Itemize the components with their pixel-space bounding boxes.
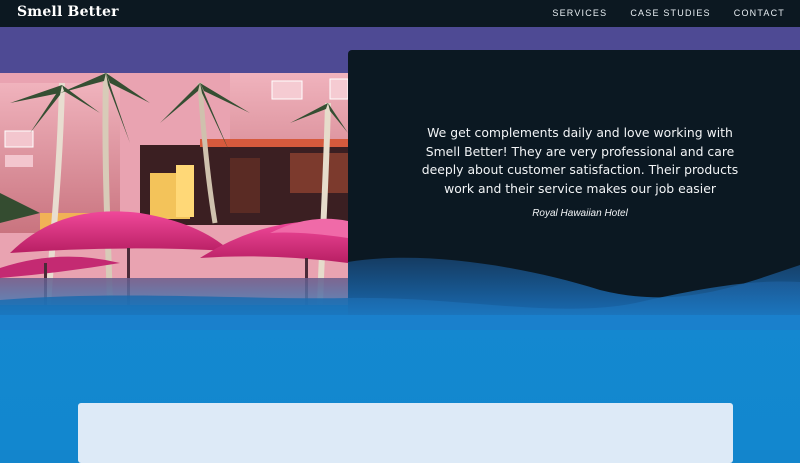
content-card (78, 403, 733, 463)
wave-decoration (0, 257, 800, 330)
